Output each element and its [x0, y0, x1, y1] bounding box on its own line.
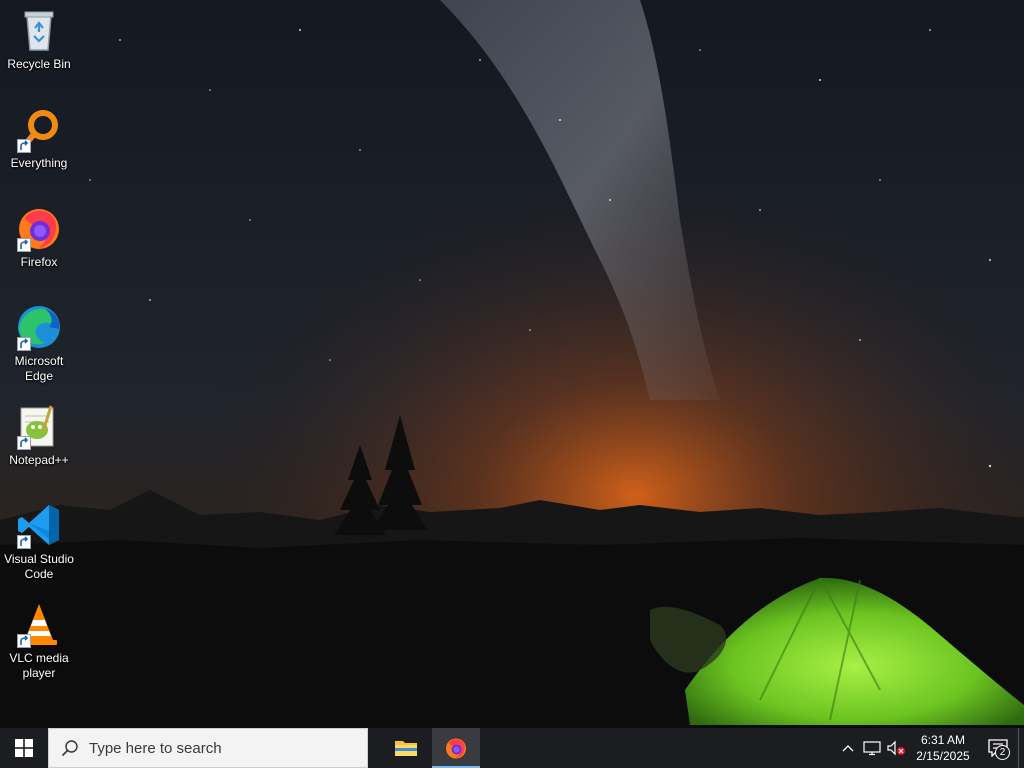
desktop[interactable]: Recycle Bin Everything Firefox Microsoft…	[0, 0, 1024, 728]
windows-logo-icon	[15, 739, 33, 757]
clock-time: 6:31 AM	[920, 733, 966, 747]
notification-count-badge: 2	[995, 745, 1010, 760]
network-icon	[863, 741, 881, 756]
taskbar-firefox[interactable]	[432, 728, 480, 768]
desktop-icon-vlc[interactable]: VLC media player	[0, 600, 78, 681]
notepadpp-icon	[15, 402, 63, 450]
desktop-icon-notepadpp[interactable]: Notepad++	[0, 402, 78, 468]
desktop-icon-recycle-bin[interactable]: Recycle Bin	[0, 6, 78, 72]
search-placeholder: Type here to search	[89, 739, 222, 757]
chevron-up-icon	[842, 745, 854, 752]
show-hidden-icons-button[interactable]	[836, 728, 860, 768]
taskbar-clock[interactable]: 6:31 AM 2/15/2025	[908, 728, 978, 768]
search-icon	[61, 740, 78, 757]
desktop-icon-label: Recycle Bin	[7, 57, 71, 71]
network-button[interactable]	[860, 728, 884, 768]
desktop-icon-label: Firefox	[20, 255, 58, 269]
recycle-bin-icon	[15, 6, 63, 54]
desktop-icon-label: Everything	[10, 156, 68, 170]
file-explorer-icon	[395, 741, 417, 756]
vscode-icon	[15, 501, 63, 549]
volume-button[interactable]	[884, 728, 908, 768]
desktop-icon-label: Notepad++	[9, 453, 69, 467]
vlc-icon	[15, 600, 63, 648]
volume-muted-icon	[887, 740, 905, 756]
shortcut-arrow-icon	[17, 337, 31, 351]
action-center-button[interactable]: 2	[978, 728, 1018, 768]
shortcut-arrow-icon	[17, 535, 31, 549]
firefox-icon	[15, 204, 63, 252]
shortcut-arrow-icon	[17, 139, 31, 153]
desktop-icon-everything[interactable]: Everything	[0, 105, 78, 171]
edge-icon	[15, 303, 63, 351]
taskbar: Type here to search 6:31 AM 2/15/2025 2	[0, 728, 1024, 768]
system-tray: 6:31 AM 2/15/2025 2	[836, 728, 1024, 768]
taskbar-search-box[interactable]: Type here to search	[48, 728, 368, 768]
desktop-icon-vscode[interactable]: Visual Studio Code	[0, 501, 78, 582]
clock-date: 2/15/2025	[916, 749, 970, 763]
taskbar-file-explorer[interactable]	[382, 728, 430, 768]
start-button[interactable]	[0, 728, 48, 768]
everything-search-icon	[15, 105, 63, 153]
desktop-icon-label: Visual Studio Code	[4, 552, 74, 581]
firefox-icon	[446, 738, 466, 759]
shortcut-arrow-icon	[17, 436, 31, 450]
desktop-icon-firefox[interactable]: Firefox	[0, 204, 78, 270]
shortcut-arrow-icon	[17, 238, 31, 252]
desktop-icon-microsoft-edge[interactable]: Microsoft Edge	[0, 303, 78, 384]
desktop-icon-label: VLC media player	[9, 651, 69, 680]
wallpaper-night-sky-tent	[0, 0, 1024, 728]
show-desktop-button[interactable]	[1018, 728, 1024, 768]
shortcut-arrow-icon	[17, 634, 31, 648]
desktop-icon-label: Microsoft Edge	[14, 354, 64, 383]
